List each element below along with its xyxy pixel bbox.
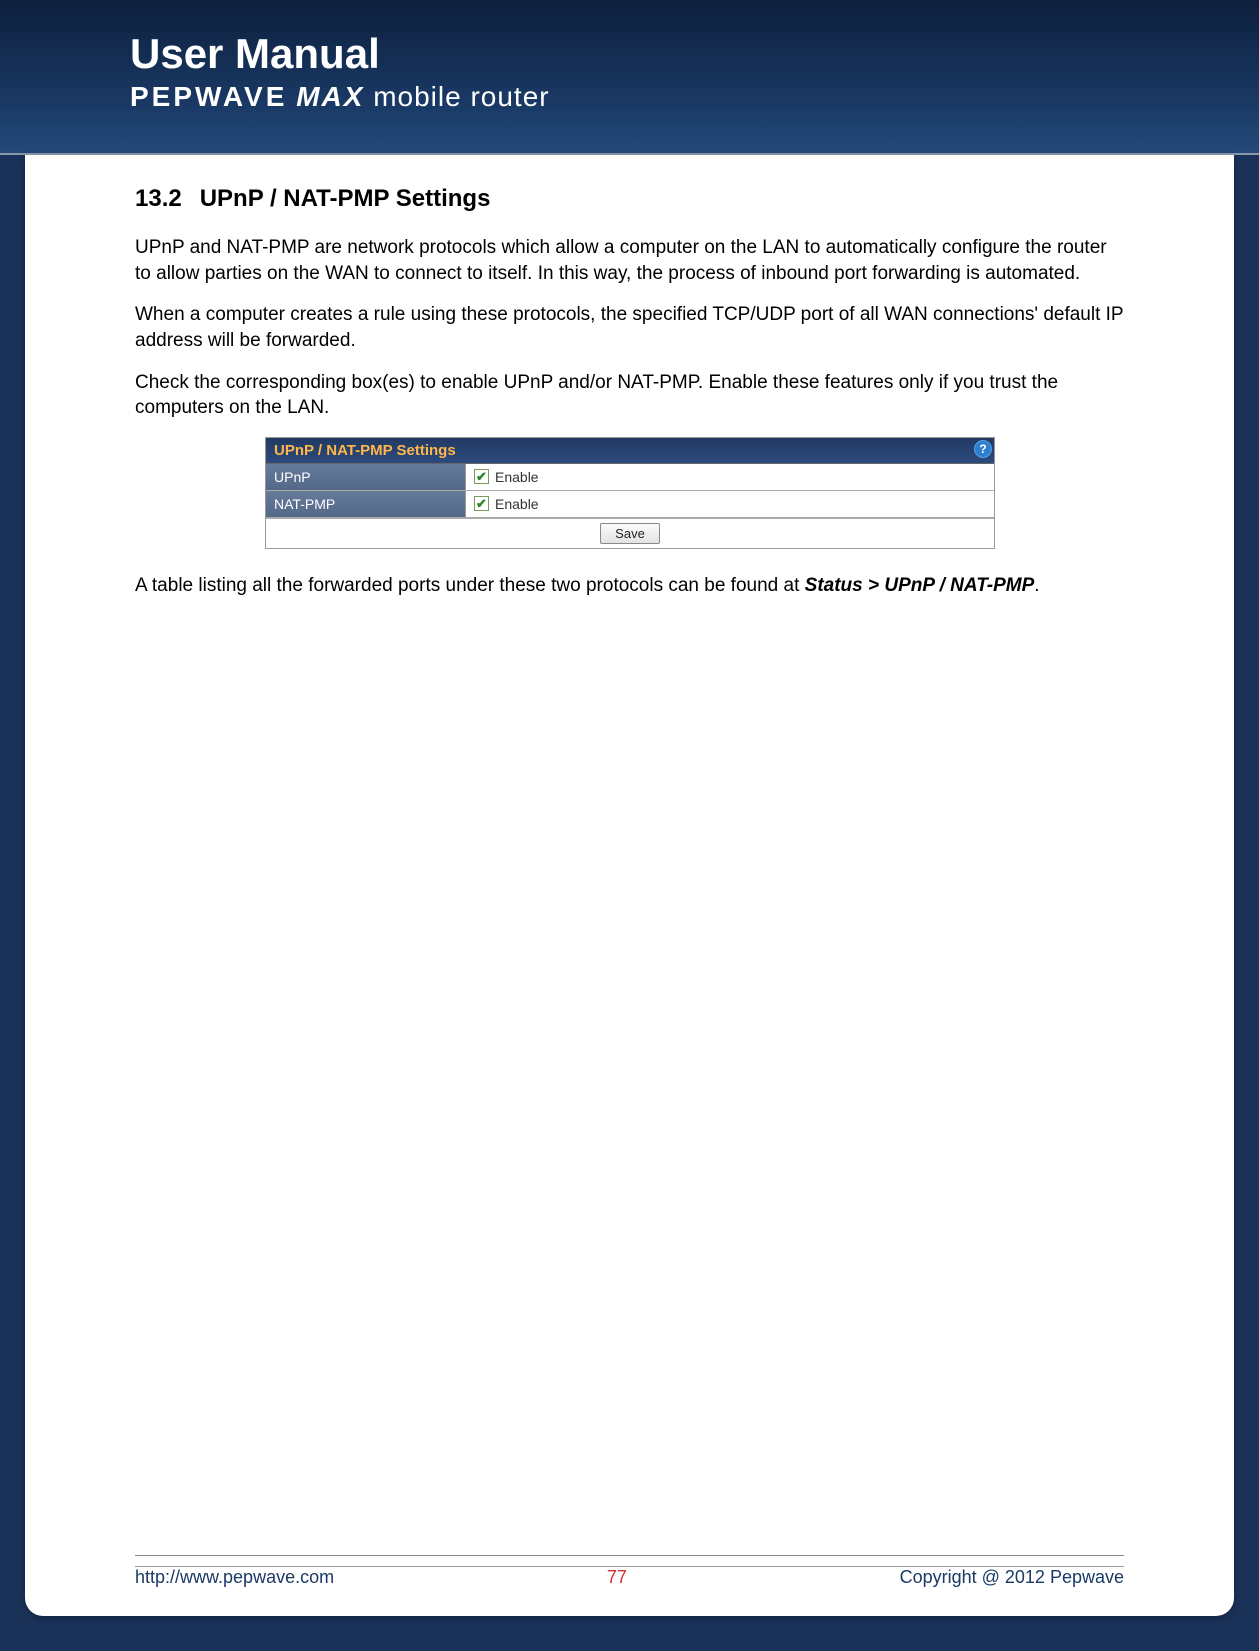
settings-value-natpmp: ✔ Enable bbox=[466, 491, 994, 517]
brand-pepwave: PEPWAVE bbox=[130, 81, 287, 112]
content-panel: 13.2 UPnP / NAT-PMP Settings UPnP and NAT… bbox=[25, 155, 1234, 1616]
footer-copyright: Copyright @ 2012 Pepwave bbox=[900, 1567, 1124, 1588]
paragraph-3: Check the corresponding box(es) to enabl… bbox=[135, 370, 1124, 421]
p4-text-c: . bbox=[1034, 575, 1039, 596]
settings-label-natpmp: NAT-PMP bbox=[266, 491, 466, 517]
manual-subtitle: PEPWAVE MAX mobile router bbox=[130, 81, 1259, 113]
settings-title: UPnP / NAT-PMP Settings bbox=[274, 442, 456, 459]
settings-row-natpmp: NAT-PMP ✔ Enable bbox=[266, 491, 994, 518]
p4-ref: Status > UPnP / NAT-PMP bbox=[805, 575, 1035, 596]
footer-rule bbox=[135, 1555, 1124, 1556]
checkbox-upnp[interactable]: ✔ bbox=[474, 469, 489, 484]
footer: http://www.pepwave.com 77 Copyright @ 20… bbox=[135, 1566, 1124, 1588]
brand-max: MAX bbox=[296, 81, 364, 112]
footer-url: http://www.pepwave.com bbox=[135, 1567, 334, 1588]
paragraph-4: A table listing all the forwarded ports … bbox=[135, 573, 1124, 599]
p4-text-a: A table listing all the forwarded ports … bbox=[135, 575, 805, 596]
manual-title: User Manual bbox=[130, 30, 1259, 78]
section-number: 13.2 bbox=[135, 185, 182, 212]
header-band: User Manual PEPWAVE MAX mobile router bbox=[0, 0, 1259, 155]
paragraph-1: UPnP and NAT-PMP are network protocols w… bbox=[135, 235, 1124, 286]
checkbox-natpmp[interactable]: ✔ bbox=[474, 496, 489, 511]
save-row: Save bbox=[266, 518, 994, 548]
save-button[interactable]: Save bbox=[600, 523, 660, 544]
enable-label-upnp: Enable bbox=[495, 469, 539, 485]
section-title: UPnP / NAT-PMP Settings bbox=[200, 185, 491, 212]
settings-title-row: UPnP / NAT-PMP Settings ? bbox=[266, 438, 994, 464]
enable-label-natpmp: Enable bbox=[495, 496, 539, 512]
help-icon[interactable]: ? bbox=[974, 440, 992, 458]
paragraph-2: When a computer creates a rule using the… bbox=[135, 302, 1124, 353]
header-inner: User Manual PEPWAVE MAX mobile router bbox=[0, 0, 1259, 113]
section-heading: 13.2 UPnP / NAT-PMP Settings bbox=[135, 185, 1124, 213]
settings-panel: UPnP / NAT-PMP Settings ? UPnP ✔ Enable … bbox=[265, 437, 995, 549]
settings-value-upnp: ✔ Enable bbox=[466, 464, 994, 490]
settings-row-upnp: UPnP ✔ Enable bbox=[266, 464, 994, 491]
brand-tagline: mobile router bbox=[373, 81, 549, 112]
page: User Manual PEPWAVE MAX mobile router 13… bbox=[0, 0, 1259, 1651]
settings-label-upnp: UPnP bbox=[266, 464, 466, 490]
page-number: 77 bbox=[607, 1567, 627, 1588]
